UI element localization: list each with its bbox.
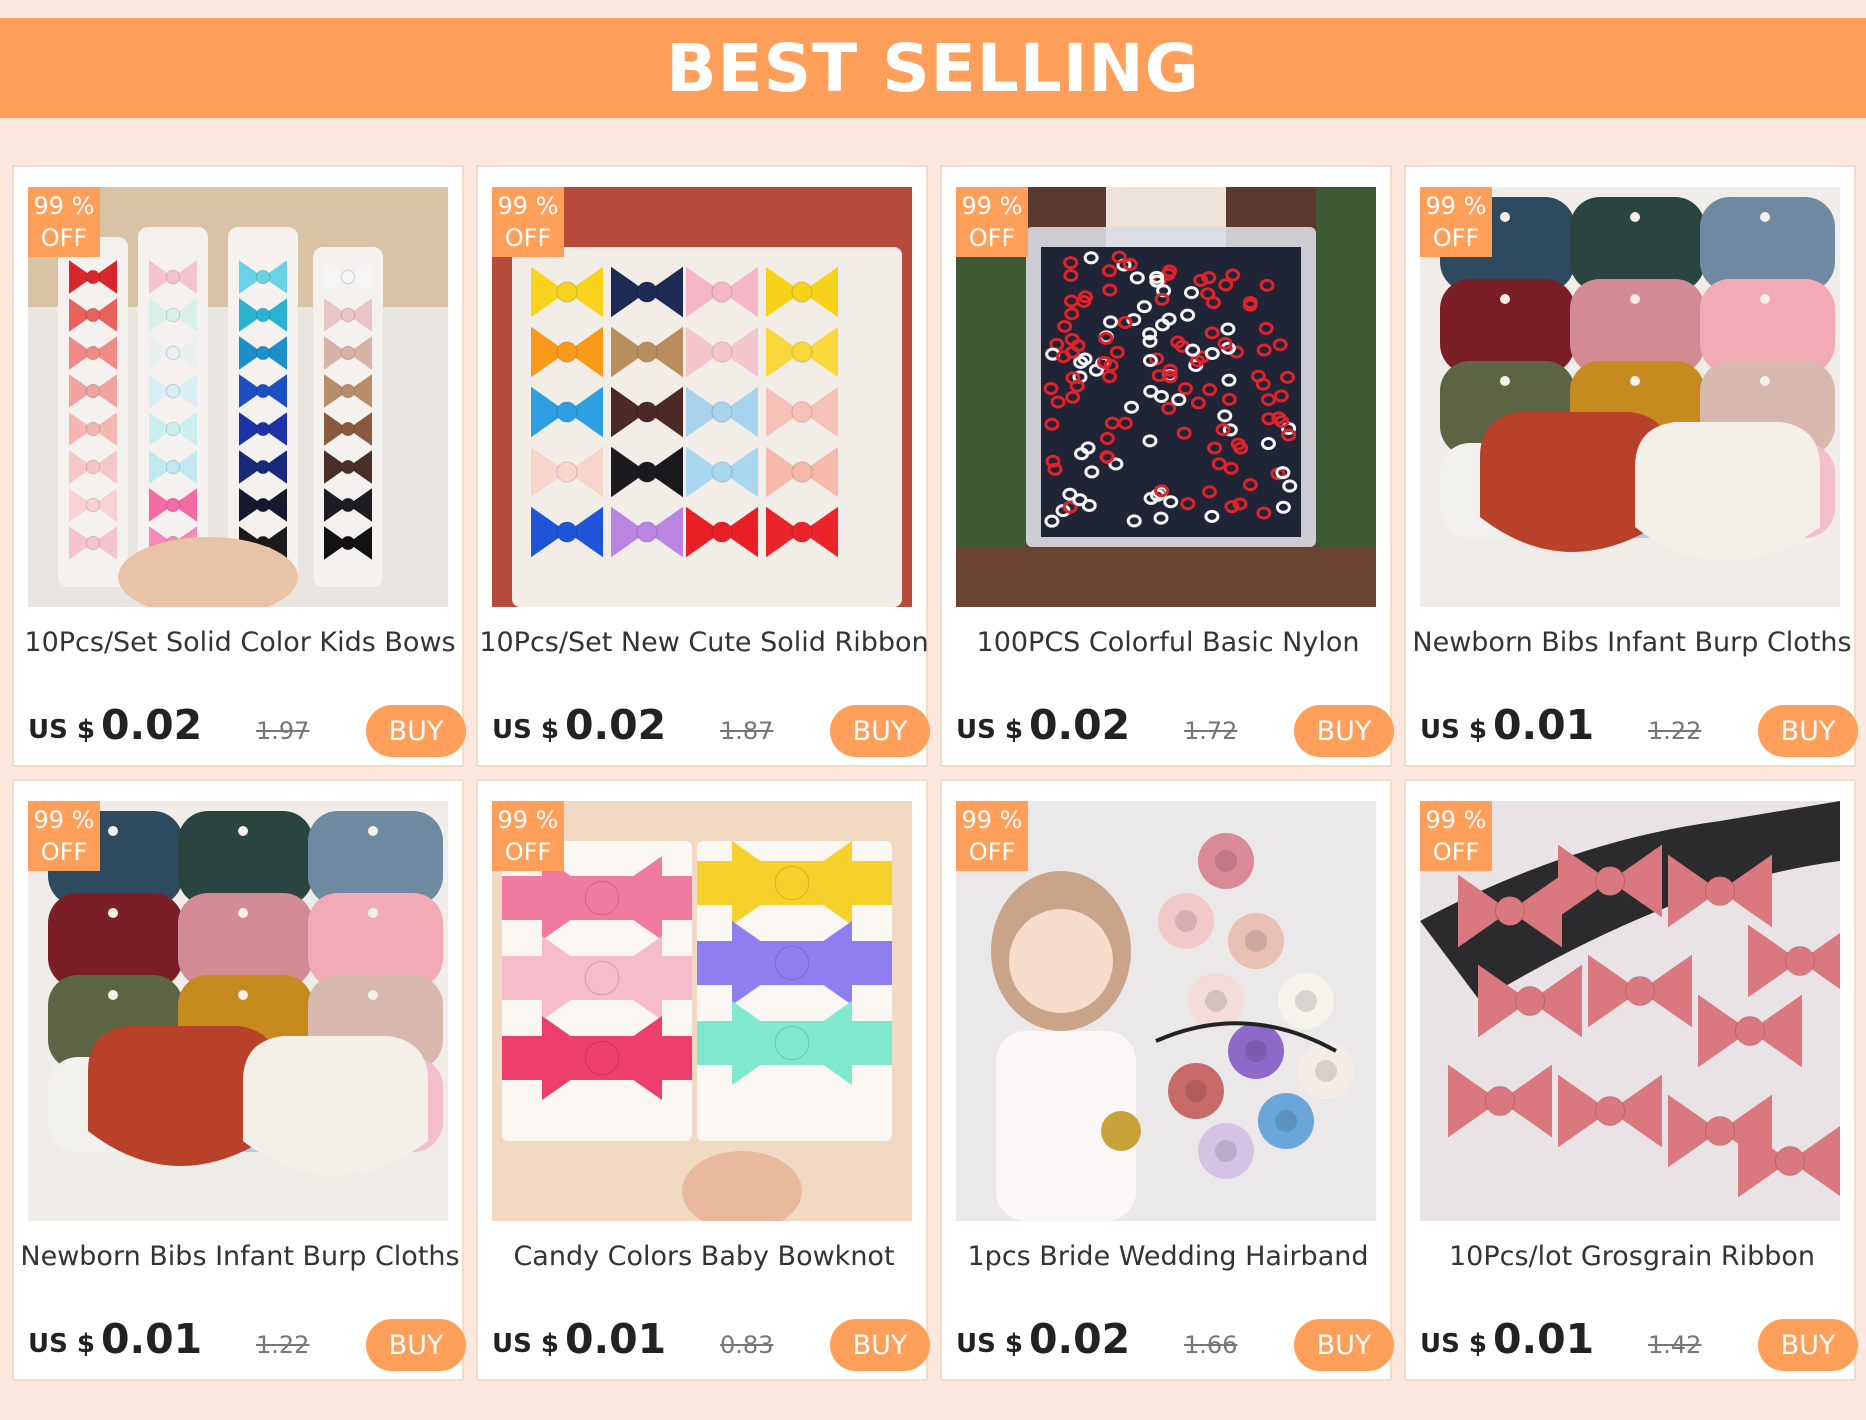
product-title[interactable]: 100PCS Colorful Basic Nylon — [942, 627, 1394, 658]
buy-button[interactable]: BUY — [830, 1319, 930, 1371]
product-card[interactable]: 99 % OFF Newborn Bibs Infant Burp Cloths… — [1404, 165, 1858, 767]
price-row: US $ 0.01 0.83 BUY — [492, 1311, 930, 1371]
price-row: US $ 0.01 1.22 BUY — [28, 1311, 466, 1371]
discount-badge: 99 % OFF — [28, 187, 100, 257]
product-grid: 99 % OFF 10Pcs/Set Solid Color Kids Bows… — [12, 165, 1858, 1381]
original-price: 1.97 — [256, 717, 310, 745]
discount-percent: 99 % — [497, 192, 559, 220]
price-row: US $ 0.02 1.87 BUY — [492, 697, 930, 757]
currency-label: US $ — [492, 1329, 559, 1359]
buy-button[interactable]: BUY — [830, 705, 930, 757]
sale-price: 0.01 — [1493, 701, 1595, 749]
original-price: 0.83 — [720, 1331, 774, 1359]
discount-badge: 99 % OFF — [1420, 187, 1492, 257]
sale-price: 0.01 — [565, 1315, 667, 1363]
product-title[interactable]: Newborn Bibs Infant Burp Cloths — [14, 1241, 466, 1272]
buy-button[interactable]: BUY — [1294, 1319, 1394, 1371]
discount-off-label: OFF — [504, 224, 552, 252]
product-card[interactable]: 99 % OFF 100PCS Colorful Basic Nylon US … — [940, 165, 1394, 767]
discount-off-label: OFF — [968, 224, 1016, 252]
product-title[interactable]: Newborn Bibs Infant Burp Cloths — [1406, 627, 1858, 658]
discount-percent: 99 % — [33, 192, 95, 220]
discount-percent: 99 % — [1425, 806, 1487, 834]
sale-price: 0.02 — [1029, 701, 1131, 749]
product-title[interactable]: 10Pcs/lot Grosgrain Ribbon — [1406, 1241, 1858, 1272]
discount-badge: 99 % OFF — [1420, 801, 1492, 871]
buy-button[interactable]: BUY — [366, 705, 466, 757]
buy-button[interactable]: BUY — [1758, 1319, 1858, 1371]
discount-off-label: OFF — [968, 838, 1016, 866]
sale-price: 0.01 — [1493, 1315, 1595, 1363]
discount-percent: 99 % — [1425, 192, 1487, 220]
original-price: 1.22 — [1648, 717, 1702, 745]
buy-button[interactable]: BUY — [1758, 705, 1858, 757]
discount-badge: 99 % OFF — [956, 187, 1028, 257]
discount-badge: 99 % OFF — [492, 187, 564, 257]
discount-percent: 99 % — [961, 192, 1023, 220]
currency-label: US $ — [492, 715, 559, 745]
price-row: US $ 0.01 1.42 BUY — [1420, 1311, 1858, 1371]
price-row: US $ 0.02 1.66 BUY — [956, 1311, 1394, 1371]
discount-badge: 99 % OFF — [956, 801, 1028, 871]
banner-title: BEST SELLING — [666, 29, 1200, 107]
discount-badge: 99 % OFF — [492, 801, 564, 871]
product-title[interactable]: 1pcs Bride Wedding Hairband — [942, 1241, 1394, 1272]
product-title[interactable]: Candy Colors Baby Bowknot — [478, 1241, 930, 1272]
product-card[interactable]: 99 % OFF 10Pcs/lot Grosgrain Ribbon US $… — [1404, 779, 1858, 1381]
original-price: 1.22 — [256, 1331, 310, 1359]
discount-badge: 99 % OFF — [28, 801, 100, 871]
sale-price: 0.02 — [565, 701, 667, 749]
currency-label: US $ — [28, 1329, 95, 1359]
discount-percent: 99 % — [33, 806, 95, 834]
price-row: US $ 0.02 1.72 BUY — [956, 697, 1394, 757]
sale-price: 0.02 — [101, 701, 203, 749]
discount-off-label: OFF — [40, 224, 88, 252]
sale-price: 0.02 — [1029, 1315, 1131, 1363]
discount-off-label: OFF — [1432, 224, 1480, 252]
product-card[interactable]: 99 % OFF 1pcs Bride Wedding Hairband US … — [940, 779, 1394, 1381]
price-row: US $ 0.01 1.22 BUY — [1420, 697, 1858, 757]
product-card[interactable]: 99 % OFF 10Pcs/Set Solid Color Kids Bows… — [12, 165, 466, 767]
product-card[interactable]: 99 % OFF 10Pcs/Set New Cute Solid Ribbon… — [476, 165, 930, 767]
currency-label: US $ — [956, 1329, 1023, 1359]
product-card[interactable]: 99 % OFF Candy Colors Baby Bowknot US $ … — [476, 779, 930, 1381]
original-price: 1.42 — [1648, 1331, 1702, 1359]
currency-label: US $ — [1420, 1329, 1487, 1359]
currency-label: US $ — [956, 715, 1023, 745]
original-price: 1.87 — [720, 717, 774, 745]
best-selling-banner: BEST SELLING — [0, 18, 1866, 118]
discount-off-label: OFF — [40, 838, 88, 866]
buy-button[interactable]: BUY — [366, 1319, 466, 1371]
buy-button[interactable]: BUY — [1294, 705, 1394, 757]
discount-percent: 99 % — [497, 806, 559, 834]
original-price: 1.72 — [1184, 717, 1238, 745]
product-card[interactable]: 99 % OFF Newborn Bibs Infant Burp Cloths… — [12, 779, 466, 1381]
price-row: US $ 0.02 1.97 BUY — [28, 697, 466, 757]
discount-percent: 99 % — [961, 806, 1023, 834]
currency-label: US $ — [28, 715, 95, 745]
discount-off-label: OFF — [1432, 838, 1480, 866]
sale-price: 0.01 — [101, 1315, 203, 1363]
original-price: 1.66 — [1184, 1331, 1238, 1359]
product-title[interactable]: 10Pcs/Set Solid Color Kids Bows — [14, 627, 466, 658]
discount-off-label: OFF — [504, 838, 552, 866]
product-title[interactable]: 10Pcs/Set New Cute Solid Ribbon — [478, 627, 930, 658]
currency-label: US $ — [1420, 715, 1487, 745]
